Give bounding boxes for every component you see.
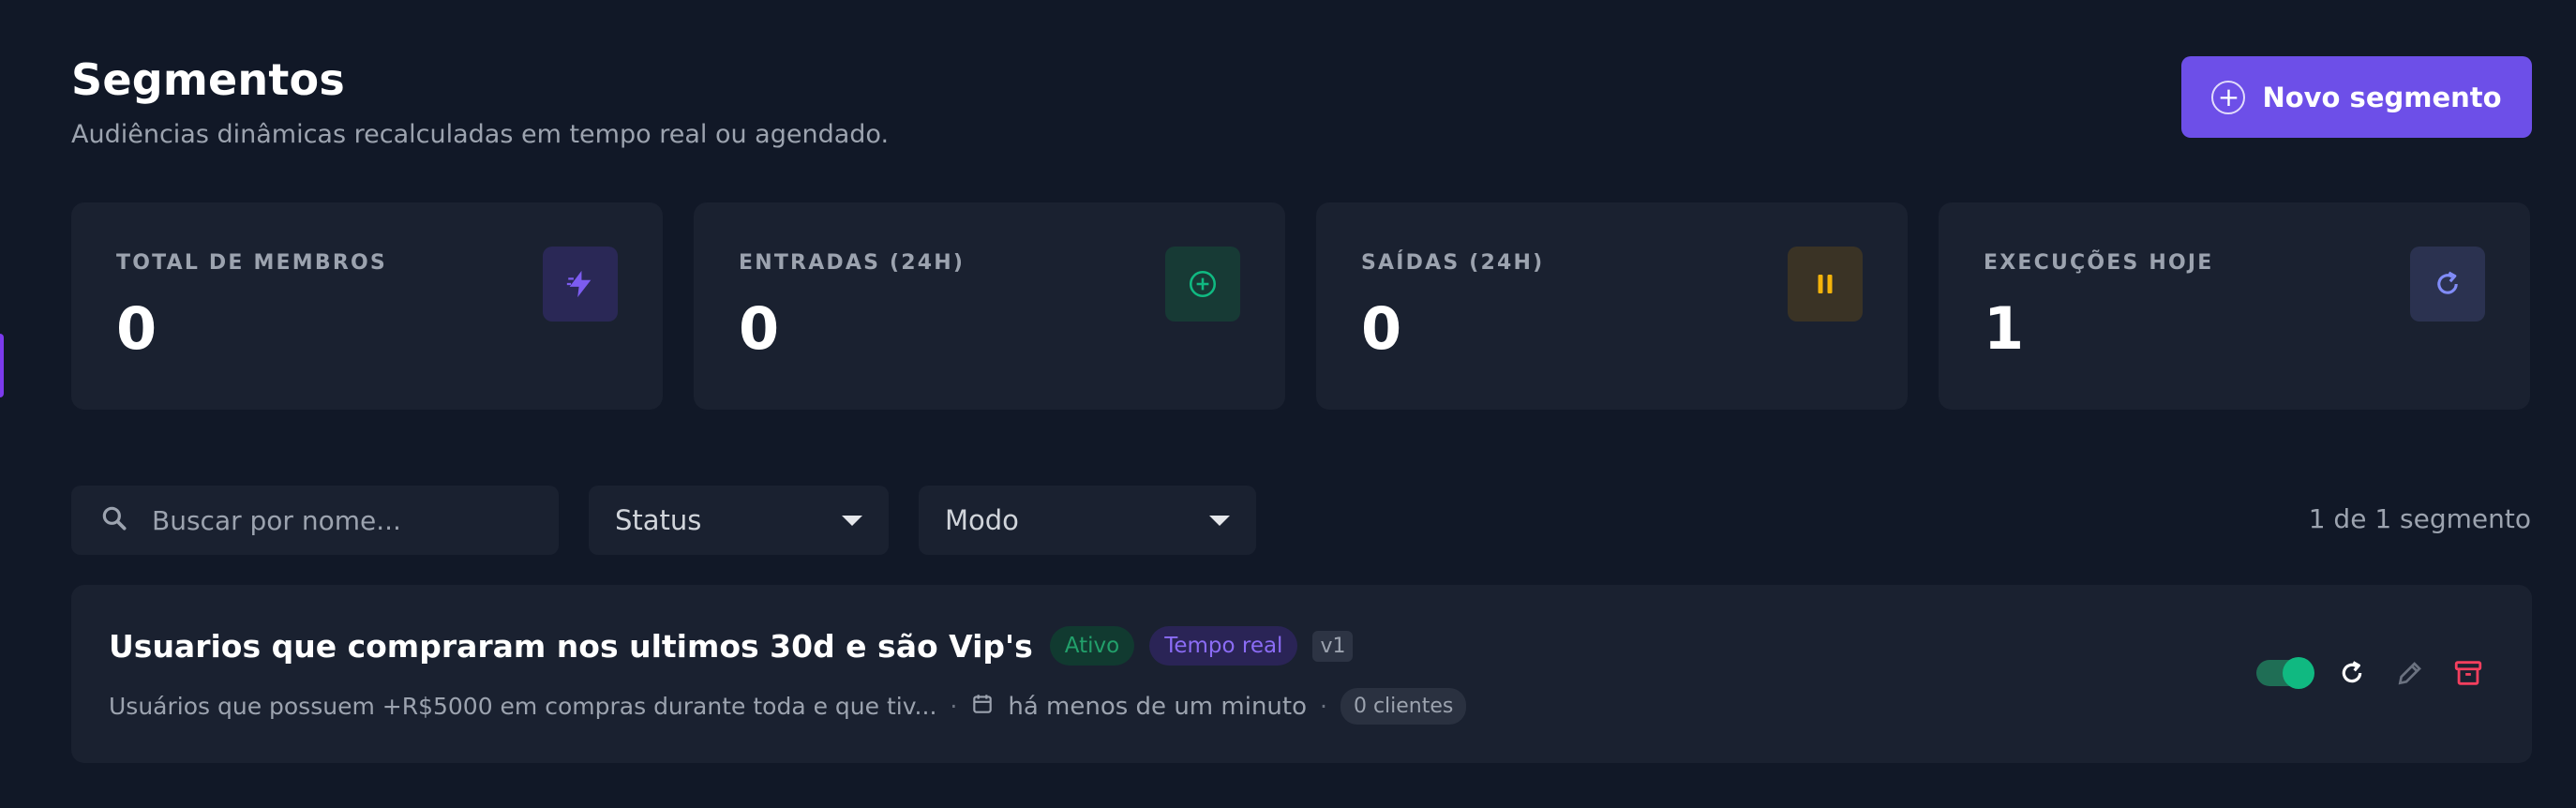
segment-description: Usuários que possuem +R$5000 em compras …: [109, 693, 937, 720]
archive-icon[interactable]: [2451, 656, 2485, 690]
stat-value: 1: [1984, 294, 2025, 363]
version-badge: v1: [1312, 630, 1354, 662]
pause-icon: [1788, 247, 1863, 322]
new-segment-label: Novo segmento: [2262, 81, 2502, 113]
stat-label: SAÍDAS (24H): [1361, 251, 1545, 275]
stat-card-executions-today: EXECUÇÕES HOJE 1: [1939, 202, 2530, 410]
mode-select-label: Modo: [945, 504, 1019, 536]
refresh-icon: [2410, 247, 2485, 322]
separator-dot: ·: [950, 693, 958, 720]
plus-circle-icon: +: [2211, 80, 2246, 114]
status-select[interactable]: Status: [589, 486, 889, 555]
stat-label: ENTRADAS (24H): [739, 251, 966, 275]
segment-actions: [2256, 656, 2485, 690]
search-input[interactable]: [152, 504, 527, 536]
new-segment-button[interactable]: + Novo segmento: [2181, 56, 2532, 138]
sidebar-edge-indicator[interactable]: [0, 334, 4, 397]
segment-title-row: Usuarios que compraram nos ultimos 30d e…: [109, 626, 1354, 666]
stat-card-entries: ENTRADAS (24H) 0: [694, 202, 1285, 410]
stat-label: EXECUÇÕES HOJE: [1984, 251, 2214, 275]
stat-value: 0: [1361, 294, 1402, 363]
status-select-label: Status: [615, 504, 702, 536]
page-title: Segmentos: [71, 54, 345, 105]
chevron-down-icon: [842, 515, 862, 526]
segment-meta-row: Usuários que possuem +R$5000 em compras …: [109, 688, 1467, 725]
stat-value: 0: [116, 294, 157, 363]
stat-value: 0: [739, 294, 780, 363]
plus-circle-icon: [1165, 247, 1240, 322]
separator-dot: ·: [1320, 693, 1327, 720]
stat-label: TOTAL DE MEMBROS: [116, 251, 387, 275]
search-field[interactable]: [71, 486, 559, 555]
mode-select[interactable]: Modo: [919, 486, 1256, 555]
calendar-icon: [970, 692, 995, 722]
segment-name[interactable]: Usuarios que compraram nos ultimos 30d e…: [109, 628, 1033, 665]
chevron-down-icon: [1209, 515, 1230, 526]
edit-pencil-icon[interactable]: [2393, 656, 2427, 690]
bolt-icon: [543, 247, 618, 322]
clients-count-chip: 0 clientes: [1340, 688, 1467, 725]
stat-card-total-members: TOTAL DE MEMBROS 0: [71, 202, 663, 410]
status-badge: Ativo: [1049, 626, 1135, 666]
results-count: 1 de 1 segmento: [2308, 503, 2531, 534]
segment-enabled-toggle[interactable]: [2256, 657, 2314, 689]
segment-updated: há menos de um minuto: [1008, 692, 1307, 721]
page-subtitle: Audiências dinâmicas recalculadas em tem…: [71, 120, 890, 149]
search-icon: [99, 503, 129, 537]
segments-page: Segmentos Audiências dinâmicas recalcula…: [0, 0, 2576, 808]
refresh-icon[interactable]: [2335, 656, 2369, 690]
stat-card-exits: SAÍDAS (24H) 0: [1316, 202, 1908, 410]
segment-row[interactable]: Usuarios que compraram nos ultimos 30d e…: [71, 585, 2532, 763]
mode-badge: Tempo real: [1149, 626, 1298, 666]
